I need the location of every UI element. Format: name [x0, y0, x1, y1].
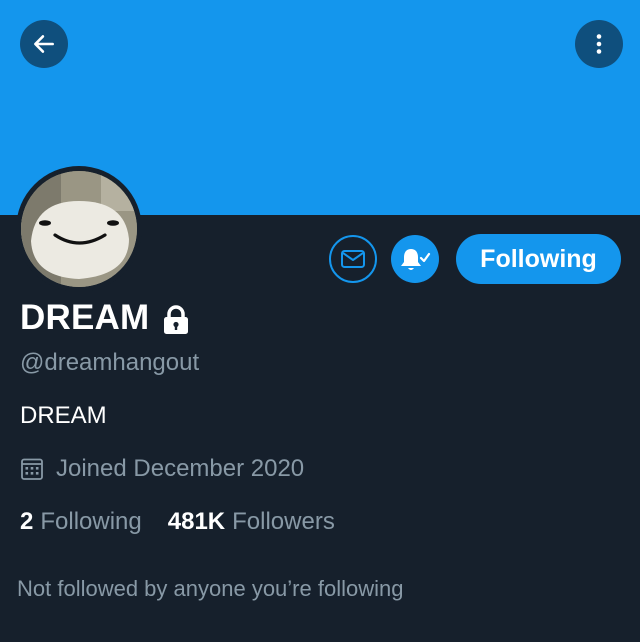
envelope-icon	[341, 250, 365, 268]
more-options-button[interactable]	[575, 20, 623, 68]
following-count: 2	[20, 508, 34, 535]
message-button[interactable]	[329, 235, 377, 283]
following-count-link[interactable]: 2 Following	[20, 508, 142, 536]
calendar-icon	[21, 458, 43, 480]
profile-name: DREAM	[20, 298, 150, 337]
avatar[interactable]	[16, 166, 142, 292]
follow-stats: 2 Following 481K Followers	[20, 508, 335, 536]
profile-bio: DREAM	[20, 402, 107, 429]
followers-count-link[interactable]: 481K Followers	[168, 508, 335, 536]
lock-icon	[164, 305, 189, 334]
followers-count: 481K	[167, 508, 226, 535]
bell-check-icon	[401, 249, 431, 270]
following-button[interactable]: Following	[456, 234, 621, 284]
followed-by-text: Not followed by anyone you’re following	[17, 576, 404, 601]
profile-handle: @dreamhangout	[20, 349, 200, 376]
more-vertical-icon	[596, 34, 602, 54]
arrow-left-icon	[34, 35, 54, 53]
back-button[interactable]	[20, 20, 68, 68]
avatar-image	[21, 171, 137, 287]
joined-date-row: Joined December 2020	[20, 455, 304, 483]
following-label: Following	[40, 508, 142, 535]
name-row: DREAM	[20, 298, 191, 338]
followers-label: Followers	[232, 508, 335, 535]
smiley-mask-icon	[21, 171, 137, 287]
joined-date-text: Joined December 2020	[56, 455, 305, 482]
notifications-button[interactable]	[391, 235, 439, 283]
